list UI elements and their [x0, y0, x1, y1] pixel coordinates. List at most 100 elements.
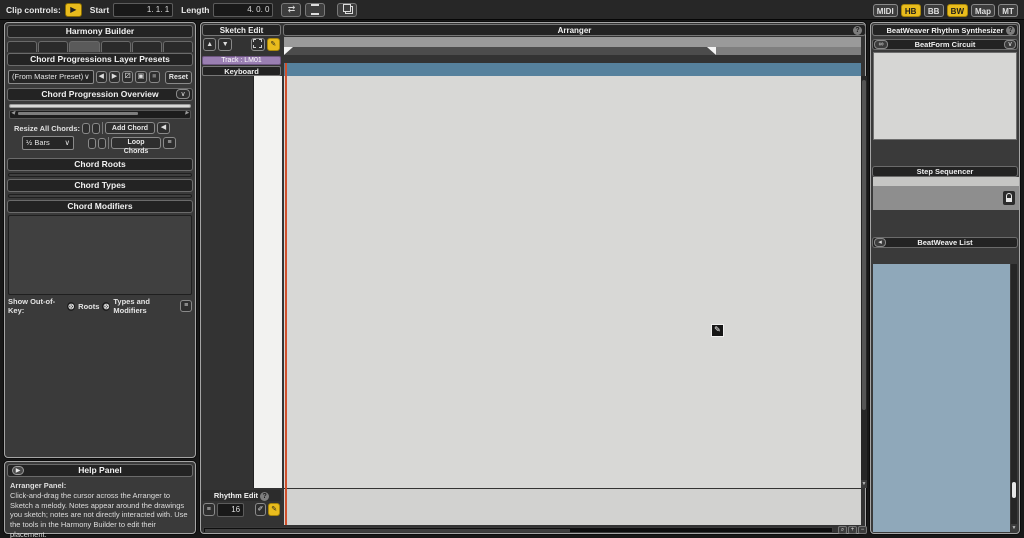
types-toggle-label[interactable]: Types and Modifiers: [113, 297, 177, 315]
scroll-up-button[interactable]: ▲: [203, 38, 216, 51]
select-tool-button[interactable]: [251, 38, 264, 51]
bars-dropdown[interactable]: ½ Bars∨: [22, 136, 74, 150]
track-label[interactable]: Track : LM01: [202, 56, 281, 65]
length-field[interactable]: 4. 0. 0: [213, 3, 273, 17]
next-preset-button[interactable]: ▶: [109, 71, 120, 83]
infinity-loop-button[interactable]: ∞: [874, 40, 888, 49]
resize-double-button[interactable]: [92, 123, 100, 134]
nav-button-hb[interactable]: HB: [901, 4, 921, 17]
loop-region-strip[interactable]: [284, 47, 861, 55]
playhead[interactable]: [285, 63, 287, 525]
harmony-builder-title: Harmony Builder: [7, 25, 193, 38]
rhythm-tick-lane[interactable]: [284, 489, 861, 503]
rhythm-edit-title: Rhythm Edit ?: [202, 490, 281, 501]
chord-progression-strip: [9, 104, 191, 108]
tab-presets[interactable]: [7, 41, 37, 52]
start-field[interactable]: 1. 1. 1: [113, 3, 173, 17]
overview-scrollbar[interactable]: ◀▶: [9, 110, 191, 119]
collapse-list-button[interactable]: ◂: [874, 238, 886, 247]
scroll-down-arrow-icon[interactable]: ▼: [861, 480, 867, 488]
out-of-key-label: Show Out-of-Key:: [8, 297, 64, 315]
zoom-out-button[interactable]: −: [858, 526, 867, 534]
rhythm-help-icon[interactable]: ?: [260, 492, 269, 501]
resize-plus-half-button[interactable]: [82, 123, 90, 134]
rhythm-tools: ≡ 16 ✐ ✎: [202, 502, 281, 518]
zoom-tool-button[interactable]: ⌕: [838, 526, 847, 534]
top-toolbar: Clip controls: ▶ Start 1. 1. 1 Length 4.…: [0, 0, 1024, 20]
prev-preset-button[interactable]: ◀: [96, 71, 107, 83]
zoom-in-button[interactable]: +: [848, 526, 857, 534]
resize-halve-button[interactable]: [98, 138, 106, 149]
timeline-ruler[interactable]: [284, 37, 861, 47]
roll-vertical-scrollbar[interactable]: ▼: [861, 76, 867, 488]
chord-types-title: Chord Types: [7, 179, 193, 192]
nav-button-bw[interactable]: BW: [947, 4, 968, 17]
collapse-circuit-button[interactable]: ∨: [1004, 40, 1016, 49]
out-of-key-menu-button[interactable]: ≡: [180, 300, 192, 312]
rhythm-accent-lane[interactable]: [284, 503, 861, 510]
save-preset-button[interactable]: ▣: [135, 71, 146, 83]
rhythm-note-lane[interactable]: [284, 510, 861, 525]
step-display[interactable]: [873, 186, 1019, 210]
rhythm-pencil-button[interactable]: ✎: [268, 503, 280, 516]
roots-toggle-label[interactable]: Roots: [78, 302, 99, 311]
nav-button-mt[interactable]: MT: [998, 4, 1018, 17]
tab-key[interactable]: [163, 41, 193, 52]
chord-modifiers-grid: [8, 215, 192, 295]
start-label: Start: [90, 5, 109, 15]
loop-end-marker[interactable]: [707, 47, 716, 55]
help-text: Arranger Panel:Click-and-drag the cursor…: [5, 479, 195, 538]
step-sequencer-title: Step Sequencer: [872, 166, 1018, 177]
scroll-down-arrow-icon[interactable]: ▼: [1011, 524, 1017, 532]
types-toggle-icon[interactable]: ⊗: [102, 302, 110, 311]
length-label: Length: [181, 5, 209, 15]
draw-tool-button[interactable]: ✎: [267, 38, 280, 51]
weave-scrollbar[interactable]: ▼: [1011, 264, 1017, 532]
piano-roll[interactable]: ✎: [284, 76, 861, 488]
tab-voice[interactable]: [101, 41, 131, 52]
rhythm-brush-button[interactable]: ✐: [255, 503, 267, 516]
play-button[interactable]: ▶: [65, 3, 82, 17]
layer-presets-title: Chord Progressions Layer Presets: [7, 53, 193, 66]
tab-sketch[interactable]: [38, 41, 68, 52]
add-chord-button[interactable]: Add Chord: [105, 122, 155, 134]
loop-chords-button[interactable]: Loop Chords: [111, 137, 161, 149]
scroll-down-button[interactable]: ▼: [218, 38, 231, 51]
suggester-tabs: [5, 154, 195, 156]
audition-chords-button[interactable]: ◀: [157, 122, 170, 134]
clip-lanes-button[interactable]: [305, 3, 325, 17]
tab-chords[interactable]: [69, 41, 99, 52]
preset-dropdown[interactable]: (From Master Preset)∨: [8, 70, 94, 84]
rhythm-grid-field[interactable]: 16: [217, 503, 244, 517]
roll-horizontal-scrollbar[interactable]: [203, 527, 833, 533]
resize-minus-half-button[interactable]: [88, 138, 96, 149]
loop-range[interactable]: [284, 47, 716, 55]
nav-button-midi[interactable]: MIDI: [873, 4, 898, 17]
duplicate-clip-button[interactable]: [337, 3, 357, 17]
collapse-overview-button[interactable]: ∨: [176, 89, 190, 99]
chord-menu-button[interactable]: ≡: [163, 137, 176, 149]
keyboard-octave-labels: [237, 76, 252, 488]
piano-keyboard[interactable]: [253, 76, 282, 488]
random-preset-button[interactable]: ⚂: [122, 71, 133, 83]
roots-toggle-icon[interactable]: ⊗: [67, 302, 75, 311]
loop-start-marker[interactable]: [284, 47, 293, 55]
chevron-down-icon: ∨: [84, 71, 90, 83]
rhythm-list-button[interactable]: ≡: [203, 503, 215, 516]
copy-icon: [343, 4, 351, 12]
delete-preset-button[interactable]: ■: [149, 71, 160, 83]
sketch-tools: ▲ ▼ ✎: [202, 37, 281, 54]
loop-toggle-button[interactable]: ⇄: [281, 3, 301, 17]
reset-button[interactable]: Reset: [165, 71, 192, 84]
lanes-icon: [311, 4, 319, 15]
chevron-down-icon: ∨: [65, 137, 71, 149]
nav-button-bb[interactable]: BB: [924, 4, 944, 17]
lock-icon[interactable]: [1003, 191, 1015, 205]
beatweaver-help-icon[interactable]: ?: [1006, 26, 1015, 35]
arranger-help-icon[interactable]: ?: [853, 26, 862, 35]
chord-types-grid: [8, 194, 192, 198]
nav-button-map[interactable]: Map: [971, 4, 995, 17]
overview-title: Chord Progression Overview ∨: [7, 88, 193, 101]
tab-rhythm[interactable]: [132, 41, 162, 52]
help-cycle-button[interactable]: ▶: [12, 466, 24, 475]
